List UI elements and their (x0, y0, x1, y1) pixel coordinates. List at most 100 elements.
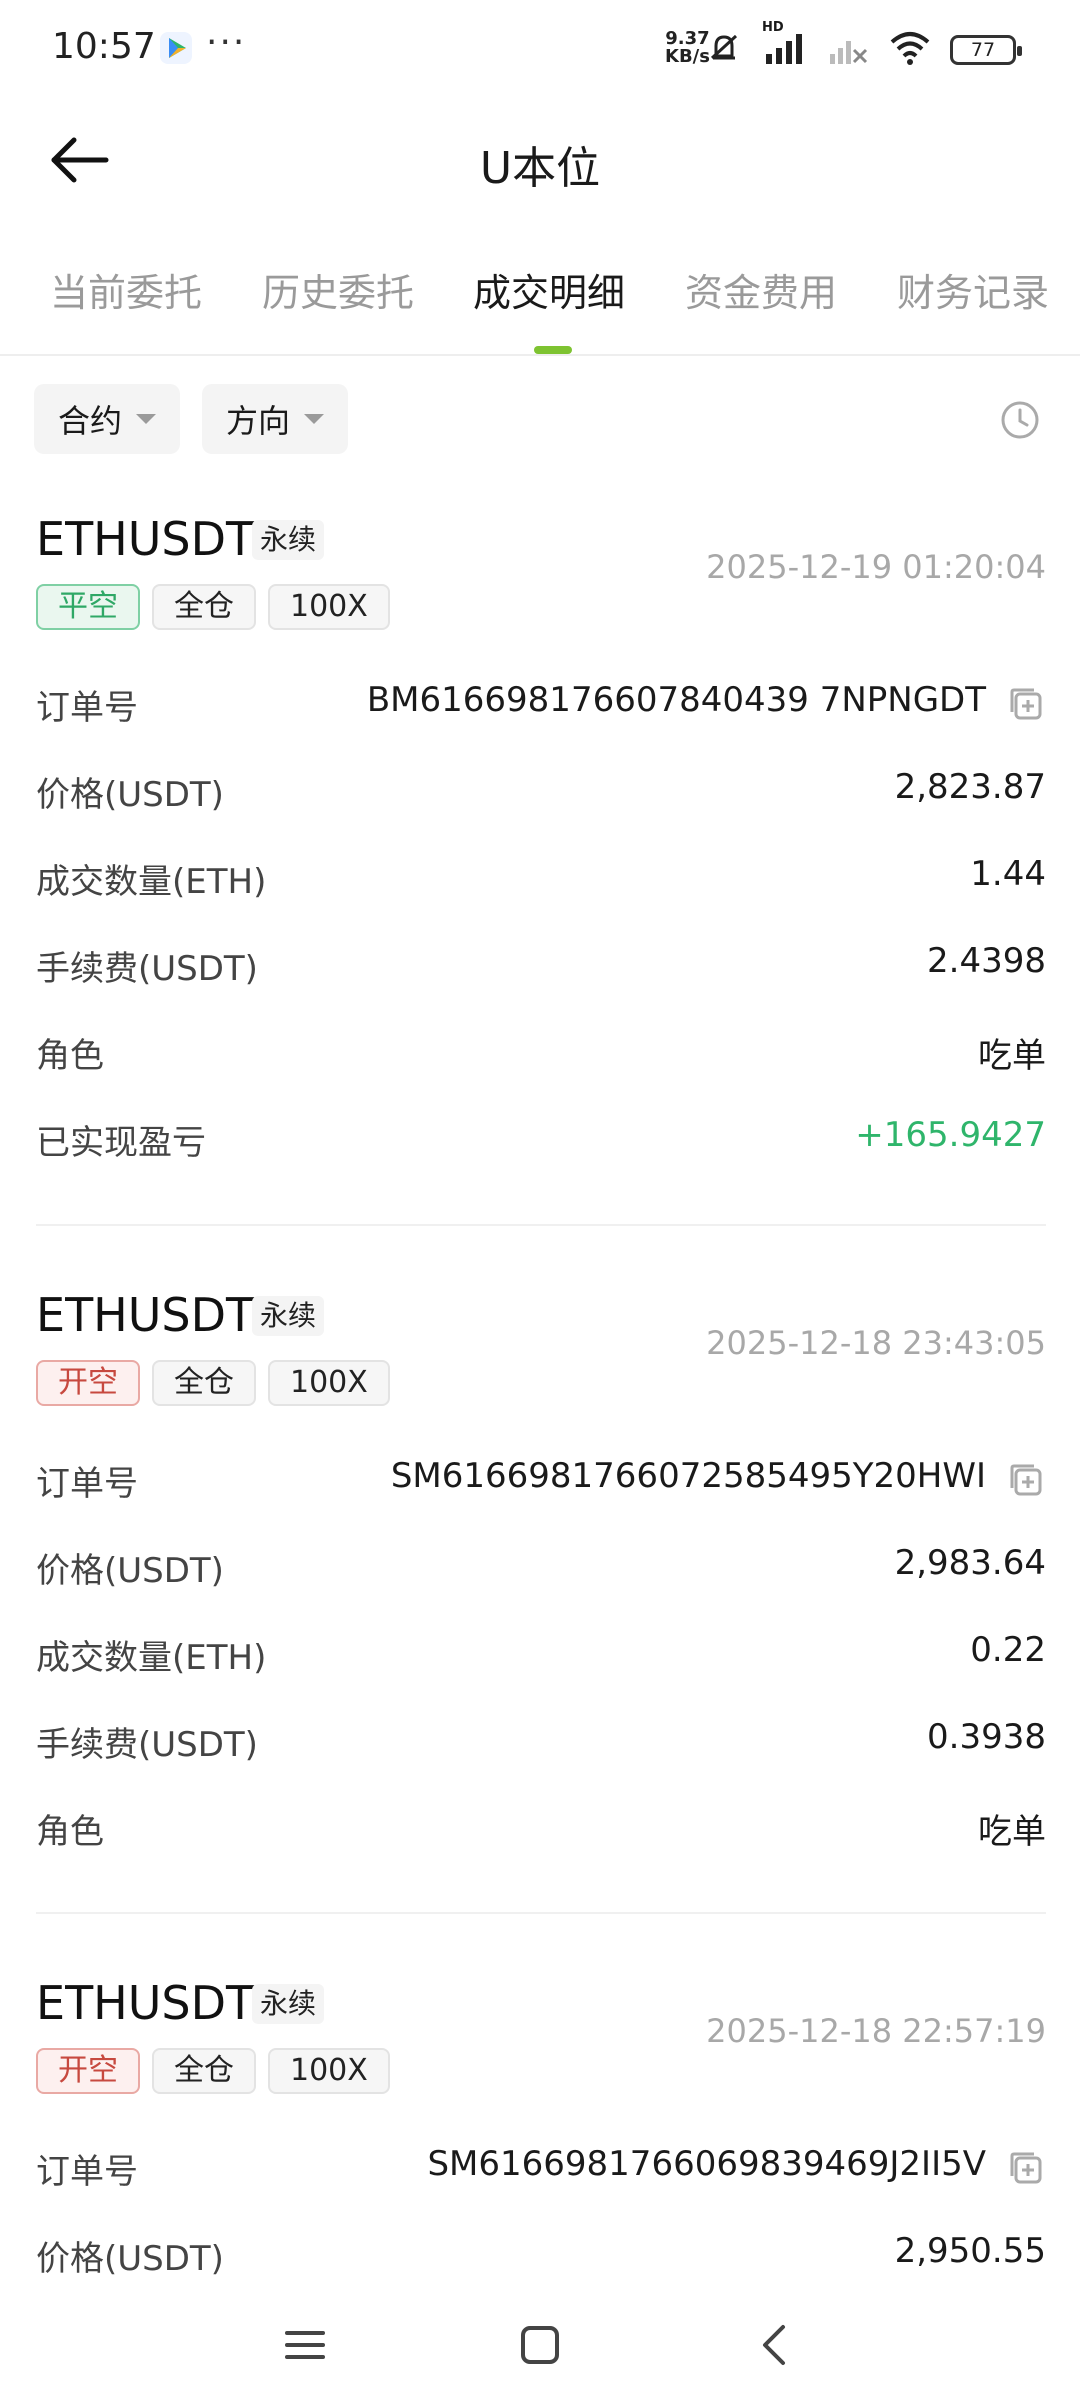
play-store-icon (160, 32, 192, 64)
side-badge: 开空 (36, 2048, 140, 2094)
mute-icon (704, 28, 744, 72)
trade-symbol: ETHUSDT (36, 512, 255, 566)
system-nav-bar (0, 2290, 1080, 2400)
role-label: 角色 (36, 1812, 104, 1852)
menu-button[interactable] (270, 2310, 340, 2380)
card-divider (36, 1912, 1046, 1914)
trade-badges: 开空 全仓 100X (36, 1360, 390, 1406)
trade-badges: 平空 全仓 100X (36, 584, 390, 630)
leverage-badge: 100X (268, 584, 390, 630)
pnl-row: 已实现盈亏 +165.9427 (36, 1107, 1046, 1167)
quantity-label: 成交数量(ETH) (36, 862, 267, 902)
tab-funding-fees[interactable]: 资金费用 (685, 262, 837, 317)
tab-financial-records[interactable]: 财务记录 (897, 262, 1049, 317)
home-square-icon (521, 2326, 559, 2364)
margin-mode-badge: 全仓 (152, 584, 256, 630)
fee-row: 手续费(USDT) 2.4398 (36, 933, 1046, 993)
tab-trade-details[interactable]: 成交明细 (473, 262, 625, 317)
system-back-button[interactable] (740, 2310, 810, 2380)
tab-current-orders[interactable]: 当前委托 (50, 262, 202, 317)
price-row: 价格(USDT) 2,823.87 (36, 759, 1046, 819)
leverage-badge: 100X (268, 2048, 390, 2094)
battery-icon: 77 (950, 35, 1022, 65)
home-button[interactable] (505, 2310, 575, 2380)
price-label: 价格(USDT) (36, 1551, 224, 1591)
fee-label: 手续费(USDT) (36, 1725, 258, 1765)
direction-filter[interactable]: 方向 (202, 384, 349, 454)
quantity-label: 成交数量(ETH) (36, 1638, 267, 1678)
tab-active-indicator (534, 346, 572, 354)
order-no-label: 订单号 (36, 688, 138, 728)
quantity-value: 0.22 (970, 1630, 1046, 1670)
order-no-row: 订单号 SM6166981766072585495Y20HWI (36, 1448, 1046, 1508)
price-value: 2,983.64 (894, 1543, 1046, 1583)
role-row: 角色 吃单 (36, 1796, 1046, 1856)
order-no-value: SM6166981766069839469J2II5V (427, 2144, 986, 2184)
direction-filter-label: 方向 (226, 402, 291, 440)
signal-icon: HD (762, 20, 808, 72)
quantity-row: 成交数量(ETH) 0.22 (36, 1622, 1046, 1682)
status-time: 10:57 (52, 26, 156, 67)
copy-icon[interactable] (1006, 2148, 1046, 2188)
price-value: 2,823.87 (894, 767, 1046, 807)
quantity-row: 成交数量(ETH) 1.44 (36, 846, 1046, 906)
margin-mode-badge: 全仓 (152, 2048, 256, 2094)
wifi-icon (888, 28, 932, 72)
order-no-label: 订单号 (36, 2152, 138, 2192)
price-row: 价格(USDT) 2,950.55 (36, 2223, 1046, 2283)
back-chevron-icon (763, 2325, 785, 2365)
price-label: 价格(USDT) (36, 2239, 224, 2279)
tab-order-history[interactable]: 历史委托 (262, 262, 414, 317)
copy-icon[interactable] (1006, 684, 1046, 724)
price-label: 价格(USDT) (36, 775, 224, 815)
role-row: 角色 吃单 (36, 1020, 1046, 1080)
trade-symbol: ETHUSDT (36, 1288, 255, 1342)
pnl-label: 已实现盈亏 (36, 1123, 206, 1163)
fee-row: 手续费(USDT) 0.3938 (36, 1709, 1046, 1769)
role-value: 吃单 (978, 1036, 1046, 1076)
price-value: 2,950.55 (894, 2231, 1046, 2271)
tab-bar: 当前委托 历史委托 成交明细 资金费用 财务记录 (0, 248, 1080, 356)
order-no-label: 订单号 (36, 1464, 138, 1504)
trade-time: 2025-12-18 22:57:19 (706, 2012, 1046, 2050)
order-no-value: BM616698176607840439 7NPNGDT (366, 680, 986, 720)
fee-label: 手续费(USDT) (36, 949, 258, 989)
contract-filter[interactable]: 合约 (34, 384, 181, 454)
status-icons: HD 77 (704, 20, 1022, 72)
hd-label: HD (762, 20, 784, 35)
price-row: 价格(USDT) 2,983.64 (36, 1535, 1046, 1595)
signal-no-service-icon (826, 28, 870, 72)
contract-filter-label: 合约 (58, 402, 123, 440)
trade-symbol: ETHUSDT (36, 1976, 255, 2030)
fee-value: 0.3938 (927, 1717, 1046, 1757)
title-bar: U本位 (0, 110, 1080, 210)
contract-type-tag: 永续 (252, 1984, 325, 2024)
caret-down-icon (136, 414, 157, 424)
margin-mode-badge: 全仓 (152, 1360, 256, 1406)
contract-type-tag: 永续 (252, 1296, 325, 1336)
more-dots-icon: ··· (206, 22, 247, 63)
card-divider (36, 1224, 1046, 1226)
order-no-row: 订单号 SM6166981766069839469J2II5V (36, 2136, 1046, 2196)
order-no-row: 订单号 BM616698176607840439 7NPNGDT (36, 672, 1046, 732)
clock-icon[interactable] (1000, 400, 1040, 440)
role-label: 角色 (36, 1036, 104, 1076)
leverage-badge: 100X (268, 1360, 390, 1406)
copy-icon[interactable] (1006, 1460, 1046, 1500)
menu-icon (285, 2331, 325, 2359)
caret-down-icon (304, 414, 325, 424)
contract-type-tag: 永续 (252, 520, 325, 560)
trade-time: 2025-12-19 01:20:04 (706, 548, 1046, 586)
trade-time: 2025-12-18 23:43:05 (706, 1324, 1046, 1362)
fee-value: 2.4398 (927, 941, 1046, 981)
status-bar: 10:57 ··· 9.37 KB/s HD 77 (0, 0, 1080, 100)
role-value: 吃单 (978, 1812, 1046, 1852)
order-no-value: SM6166981766072585495Y20HWI (390, 1456, 986, 1496)
pnl-value: +165.9427 (855, 1115, 1046, 1155)
battery-level: 77 (970, 39, 996, 61)
side-badge: 平空 (36, 584, 140, 630)
page-title: U本位 (479, 143, 601, 194)
trade-badges: 开空 全仓 100X (36, 2048, 390, 2094)
side-badge: 开空 (36, 1360, 140, 1406)
quantity-value: 1.44 (970, 854, 1046, 894)
